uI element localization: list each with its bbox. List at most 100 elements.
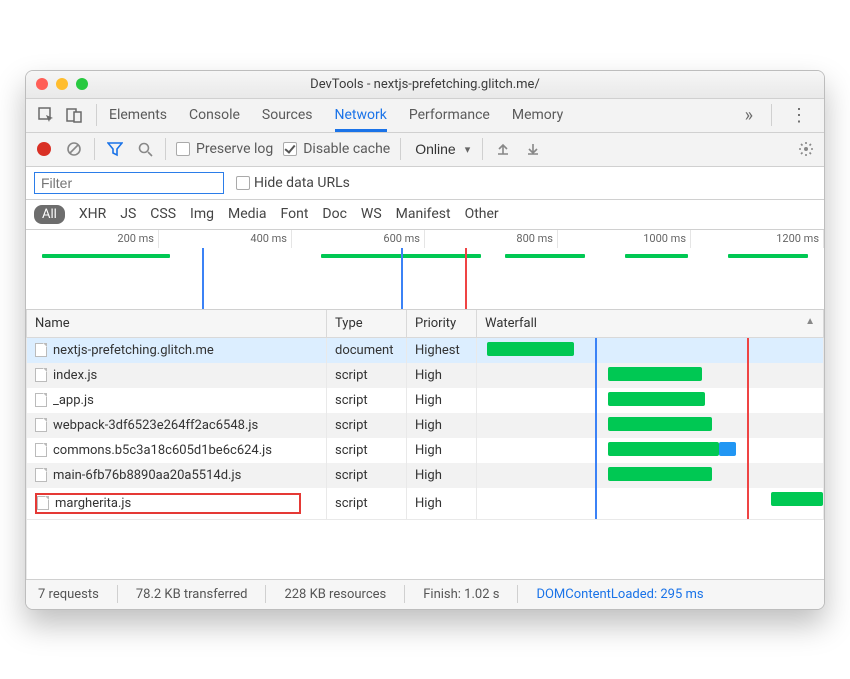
tab-console[interactable]: Console [189,99,240,132]
request-type: document [327,337,407,363]
disable-cache-checkbox[interactable]: Disable cache [283,141,390,157]
network-toolbar: Preserve log Disable cache Online [26,133,824,167]
type-filter-ws[interactable]: WS [361,206,382,222]
minimize-window-button[interactable] [56,78,68,90]
type-filter-font[interactable]: Font [281,206,309,222]
tab-memory[interactable]: Memory [512,99,563,132]
waterfall-marker [747,338,749,363]
search-icon[interactable] [135,139,155,159]
disable-cache-label: Disable cache [303,141,390,157]
timeline-bars [26,248,824,309]
request-row[interactable]: webpack-3df6523e264ff2ac6548.jsscriptHig… [27,413,824,438]
tab-sources[interactable]: Sources [262,99,313,132]
request-priority: High [407,388,477,413]
waterfall-segment [487,342,574,356]
type-filter-css[interactable]: CSS [150,206,176,222]
file-icon [37,496,49,510]
type-filter-all[interactable]: All [34,205,65,224]
type-filter-other[interactable]: Other [465,206,499,222]
customize-menu-icon[interactable]: ⋮ [780,105,818,126]
filter-toggle-icon[interactable] [105,139,125,159]
request-priority: High [407,438,477,463]
record-button[interactable] [34,139,54,159]
waterfall-segment [608,392,705,406]
type-filter-doc[interactable]: Doc [322,206,347,222]
throttling-select[interactable]: Online [411,139,472,159]
checkbox-icon [236,176,250,190]
overview-bar [42,254,170,258]
waterfall-marker [747,463,749,488]
request-priority: High [407,363,477,388]
separator [96,104,97,126]
column-name[interactable]: Name [27,310,327,338]
request-type: script [327,463,407,488]
preserve-log-checkbox[interactable]: Preserve log [176,141,273,157]
import-har-icon[interactable] [493,139,513,159]
request-row[interactable]: margherita.jsscriptHigh [27,488,824,519]
status-bar: 7 requests 78.2 KB transferred 228 KB re… [26,579,824,609]
request-waterfall [477,388,824,413]
close-window-button[interactable] [36,78,48,90]
waterfall-segment [771,492,823,506]
table-empty-space [26,519,824,579]
request-waterfall [477,337,824,363]
checkbox-icon [283,142,297,156]
overview-marker [465,248,467,309]
type-filter-xhr[interactable]: XHR [79,206,106,222]
column-priority[interactable]: Priority [407,310,477,338]
tab-performance[interactable]: Performance [409,99,490,132]
requests-table: Name Type Priority Waterfall nextjs-pref… [26,310,824,579]
panel-tabbar: Elements Console Sources Network Performance… [26,99,824,133]
request-row[interactable]: _app.jsscriptHigh [27,388,824,413]
request-name-text: commons.b5c3a18c605d1be6c624.js [53,443,272,458]
zoom-window-button[interactable] [76,78,88,90]
device-toolbar-icon[interactable] [62,103,86,127]
type-filter-media[interactable]: Media [228,206,267,222]
overview-bar [505,254,585,258]
request-type: script [327,413,407,438]
column-type[interactable]: Type [327,310,407,338]
separator [94,138,95,160]
request-row[interactable]: commons.b5c3a18c605d1be6c624.js scriptHig… [27,438,824,463]
type-filter-img[interactable]: Img [190,206,214,222]
request-name: margherita.js [27,488,327,519]
status-domcontentloaded: DOMContentLoaded: 295 ms [536,587,703,602]
tick-label: 1000 ms [558,230,691,248]
file-icon [35,468,47,482]
request-row[interactable]: nextjs-prefetching.glitch.medocumentHigh… [27,337,824,363]
timeline-overview[interactable]: 200 ms400 ms600 ms800 ms1000 ms1200 ms [26,230,824,310]
devtools-window: DevTools - nextjs-prefetching.glitch.me/… [25,70,825,610]
filter-input[interactable] [34,172,224,194]
export-har-icon[interactable] [523,139,543,159]
request-row[interactable]: main-6fb76b8890aa20a5514d.js scriptHigh [27,463,824,488]
request-name: nextjs-prefetching.glitch.me [27,337,327,363]
file-icon [35,393,47,407]
checkbox-icon [176,142,190,156]
request-name-text: main-6fb76b8890aa20a5514d.js [53,468,241,483]
hide-data-urls-checkbox[interactable]: Hide data URLs [236,175,350,191]
clear-button[interactable] [64,139,84,159]
tab-elements[interactable]: Elements [109,99,167,132]
window-title: DevTools - nextjs-prefetching.glitch.me/ [26,77,824,92]
column-waterfall[interactable]: Waterfall [477,310,824,338]
status-resources: 228 KB resources [284,587,386,602]
overview-bar [625,254,689,258]
waterfall-marker [595,413,597,438]
waterfall-segment [608,367,701,381]
separator [482,138,483,160]
type-filter-js[interactable]: JS [120,206,136,222]
tab-network[interactable]: Network [335,99,387,132]
request-name-text: nextjs-prefetching.glitch.me [53,343,214,358]
type-filter-manifest[interactable]: Manifest [396,206,451,222]
more-tabs-button[interactable]: » [735,105,763,126]
request-type: script [327,438,407,463]
request-name: webpack-3df6523e264ff2ac6548.js [27,413,327,438]
file-icon [35,368,47,382]
request-priority: High [407,463,477,488]
network-settings-icon[interactable] [796,139,816,159]
request-row[interactable]: index.jsscriptHigh [27,363,824,388]
inspect-element-icon[interactable] [34,103,58,127]
waterfall-segment [608,417,712,431]
request-name: commons.b5c3a18c605d1be6c624.js [27,438,327,463]
status-transferred: 78.2 KB transferred [136,587,248,602]
